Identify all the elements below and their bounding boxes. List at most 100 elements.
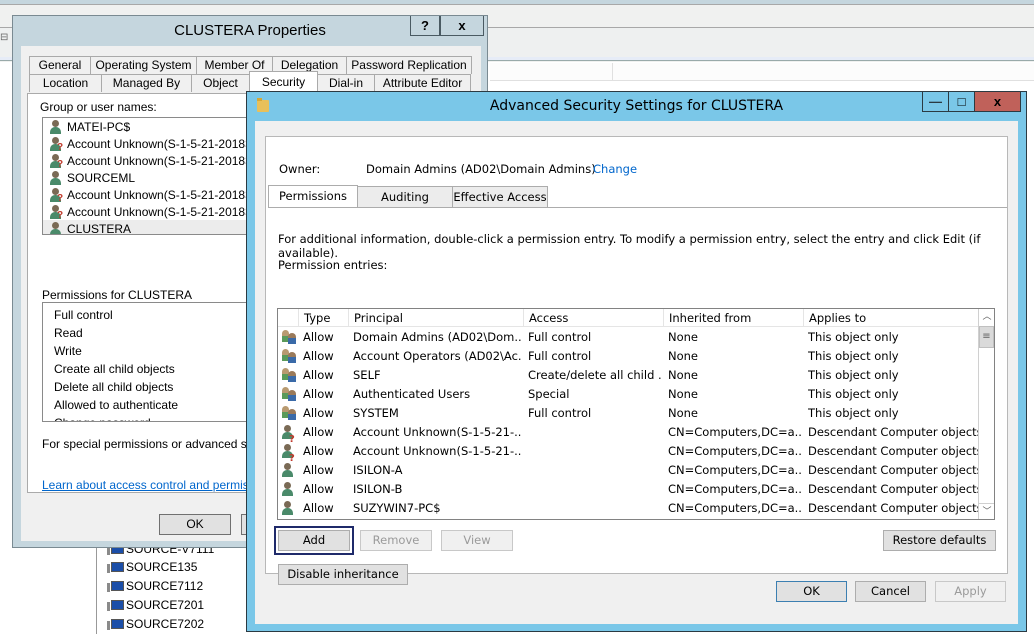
cell-type: Allow bbox=[303, 463, 334, 477]
tab-dial-in[interactable]: Dial-in bbox=[317, 74, 375, 92]
owner-value: Domain Admins (AD02\Domain Admins) bbox=[366, 162, 596, 176]
cell-type: Allow bbox=[303, 444, 334, 458]
remove-button[interactable]: Remove bbox=[360, 530, 432, 551]
cell-inherited-from: CN=Computers,DC=a... bbox=[668, 501, 801, 515]
tree-item[interactable]: SOURCE135 bbox=[107, 558, 197, 576]
cell-inherited-from: None bbox=[668, 330, 699, 344]
cell-applies-to: This object only bbox=[808, 349, 899, 363]
tab-auditing[interactable]: Auditing bbox=[357, 186, 453, 208]
help-button[interactable]: ? bbox=[410, 16, 440, 36]
learn-access-control-link[interactable]: Learn about access control and permissio… bbox=[42, 478, 277, 492]
tab-effective-access[interactable]: Effective Access bbox=[452, 186, 548, 208]
advanced-security-body: Owner: Domain Admins (AD02\Domain Admins… bbox=[255, 121, 1018, 624]
cell-principal: ISILON-A bbox=[353, 463, 403, 477]
advanced-security-title: Advanced Security Settings for CLUSTERA bbox=[489, 98, 784, 114]
tree-item[interactable]: SOURCE7112 bbox=[107, 577, 203, 595]
ok-button[interactable]: OK bbox=[159, 514, 231, 535]
cell-principal: SUZYWIN7-PC$ bbox=[353, 501, 441, 515]
tree-item[interactable]: SOURCE7201 bbox=[107, 596, 204, 614]
tab-permissions[interactable]: Permissions bbox=[268, 185, 358, 208]
cell-inherited-from: CN=Computers,DC=a... bbox=[668, 463, 801, 477]
tab-object[interactable]: Object bbox=[191, 74, 250, 92]
cell-type: Allow bbox=[303, 368, 334, 382]
computer-icon bbox=[107, 618, 124, 631]
cell-type: Allow bbox=[303, 330, 334, 344]
cell-access bbox=[528, 423, 661, 442]
table-row[interactable]: Allow SELF Create/delete all child ... None… bbox=[278, 366, 980, 385]
cell-applies-to: Descendant Computer objects bbox=[808, 425, 978, 439]
column-header-inherited-from[interactable]: Inherited from bbox=[663, 309, 803, 327]
scroll-up-icon[interactable]: ︿ bbox=[979, 309, 994, 325]
cell-principal: SYSTEM bbox=[353, 406, 399, 420]
tab-general[interactable]: General bbox=[29, 56, 91, 74]
unknown-user-icon: ? bbox=[49, 187, 63, 204]
tab-security[interactable]: Security bbox=[249, 71, 318, 91]
close-button[interactable]: x bbox=[974, 92, 1021, 112]
cell-inherited-from: None bbox=[668, 349, 699, 363]
background-toolbar-icon[interactable]: ⊟ bbox=[0, 32, 12, 50]
cell-inherited-from: None bbox=[668, 406, 699, 420]
scroll-thumb[interactable]: ≡ bbox=[979, 326, 994, 348]
tab-divider bbox=[268, 207, 1007, 208]
table-row[interactable]: Allow Authenticated Users Special None This … bbox=[278, 385, 980, 404]
special-permissions-text: For special permissions or advanced sett… bbox=[42, 437, 277, 451]
tab-managed-by[interactable]: Managed By bbox=[101, 74, 192, 92]
cell-applies-to: Descendant Computer objects bbox=[808, 482, 978, 496]
cell-inherited-from: CN=Computers,DC=a... bbox=[668, 482, 801, 496]
ok-button[interactable]: OK bbox=[776, 581, 847, 602]
cell-principal: Account Unknown(S-1-5-21-... bbox=[353, 425, 521, 439]
cell-applies-to: This object only bbox=[808, 406, 899, 420]
permission-entries-label: Permission entries: bbox=[278, 258, 388, 272]
cell-principal: ISILON-B bbox=[353, 482, 403, 496]
computer-icon bbox=[107, 599, 124, 612]
cell-access bbox=[528, 442, 661, 461]
add-button[interactable]: Add bbox=[274, 526, 354, 555]
cell-access: Create/delete all child ... bbox=[528, 368, 661, 382]
minimize-button[interactable]: — bbox=[922, 92, 949, 112]
cell-applies-to: This object only bbox=[808, 387, 899, 401]
table-row[interactable]: ? Allow Account Unknown(S-1-5-21-... CN=Com… bbox=[278, 423, 980, 444]
table-row[interactable]: Allow SUZYWIN7-PC$ CN=Computers,DC=a... Des… bbox=[278, 499, 980, 518]
tab-attribute-editor[interactable]: Attribute Editor bbox=[374, 74, 471, 92]
cell-applies-to: This object only bbox=[808, 330, 899, 344]
column-header-applies-to[interactable]: Applies to bbox=[803, 309, 980, 327]
cell-type: Allow bbox=[303, 349, 334, 363]
table-row[interactable]: ? Allow Account Unknown(S-1-5-21-... CN=Com… bbox=[278, 442, 980, 463]
column-header-access[interactable]: Access bbox=[523, 309, 663, 327]
user-icon bbox=[49, 119, 63, 134]
apply-button[interactable]: Apply bbox=[935, 581, 1006, 602]
cell-type: Allow bbox=[303, 482, 334, 496]
cell-access bbox=[528, 499, 661, 518]
column-header-type[interactable]: Type bbox=[298, 309, 350, 327]
cell-inherited-from: CN=Computers,DC=a... bbox=[668, 425, 801, 439]
tree-item[interactable]: SOURCE7202 bbox=[107, 615, 204, 633]
table-row[interactable]: Allow ISILON-A CN=Computers,DC=a... Descend… bbox=[278, 461, 980, 480]
cell-inherited-from: None bbox=[668, 387, 699, 401]
maximize-button[interactable]: □ bbox=[948, 92, 975, 112]
table-row[interactable]: Allow Account Operators (AD02\Ac... Full c… bbox=[278, 347, 980, 366]
cancel-button[interactable]: Cancel bbox=[855, 581, 926, 602]
background-column-header bbox=[490, 63, 1034, 81]
restore-defaults-button[interactable]: Restore defaults bbox=[883, 530, 996, 551]
tab-location[interactable]: Location bbox=[29, 74, 102, 92]
cell-applies-to: Descendant Computer objects bbox=[808, 501, 978, 515]
close-button[interactable]: x bbox=[440, 16, 484, 36]
view-button[interactable]: View bbox=[441, 530, 513, 551]
tab-password-replication[interactable]: Password Replication bbox=[346, 56, 472, 74]
column-header-principal[interactable]: Principal bbox=[348, 309, 523, 327]
cell-applies-to: This object only bbox=[808, 368, 899, 382]
table-row[interactable]: Allow Domain Admins (AD02\Dom... Full cont… bbox=[278, 328, 980, 347]
tab-operating-system[interactable]: Operating System bbox=[90, 56, 197, 74]
table-row[interactable]: Allow SYSTEM Full control None This object o… bbox=[278, 404, 980, 423]
permission-entries-grid[interactable]: Type Principal Access Inherited from App… bbox=[277, 308, 995, 520]
change-owner-link[interactable]: Change bbox=[593, 162, 637, 176]
table-row[interactable]: Allow ISILON-B CN=Computers,DC=a... Descend… bbox=[278, 480, 980, 499]
scroll-down-icon[interactable]: ﹀ bbox=[979, 503, 994, 519]
advanced-security-panel: Owner: Domain Admins (AD02\Domain Admins… bbox=[265, 136, 1008, 585]
vertical-scrollbar[interactable]: ︿ ≡ ﹀ bbox=[978, 309, 994, 519]
cell-principal: Authenticated Users bbox=[353, 387, 471, 401]
owner-label: Owner: bbox=[279, 162, 321, 176]
cell-principal: Domain Admins (AD02\Dom... bbox=[353, 330, 521, 344]
disable-inheritance-button[interactable]: Disable inheritance bbox=[278, 564, 408, 585]
unknown-user-icon: ? bbox=[49, 136, 63, 153]
